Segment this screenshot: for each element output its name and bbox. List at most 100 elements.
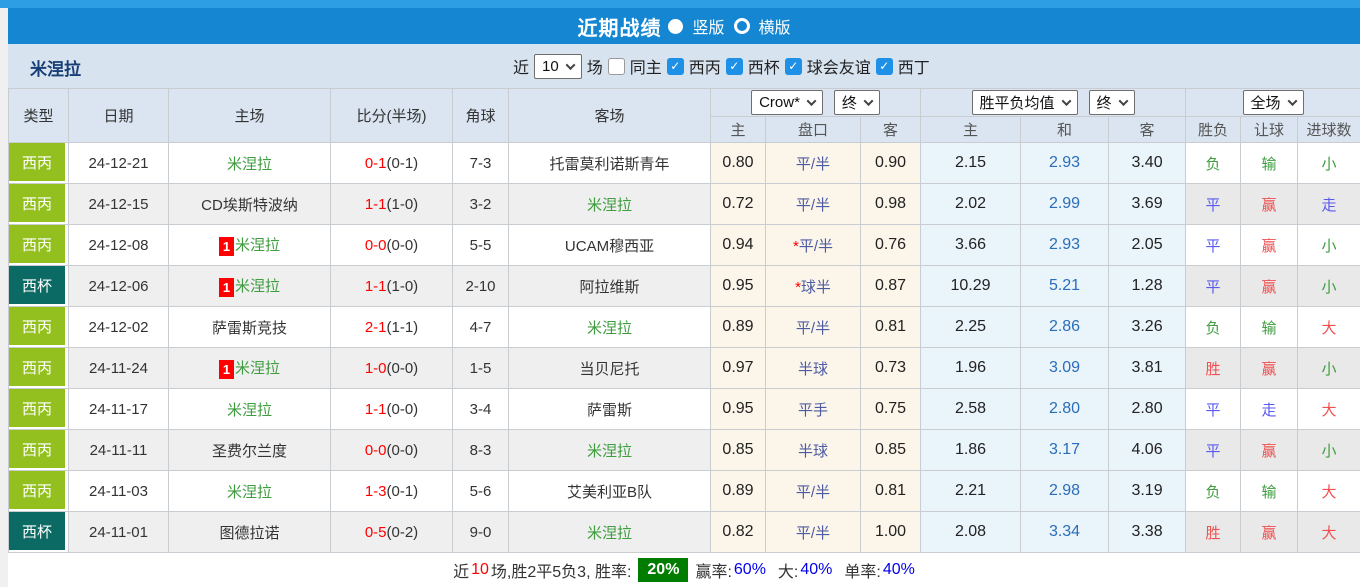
score-cell: 1-1(1-0) (331, 266, 453, 307)
summary-bar: 近10场,胜2平5负3, 胜率: 20% 赢率:60% 大:40% 单率:40% (8, 553, 1360, 587)
euro-away-odds: 3.81 (1109, 348, 1186, 389)
away-team-link[interactable]: 米涅拉 (587, 320, 632, 337)
asian-final-select[interactable]: 终 (834, 90, 880, 115)
handicap-cell: *球半 (766, 266, 861, 307)
euro-home-odds: 1.86 (921, 430, 1021, 471)
euro-away-odds: 2.05 (1109, 225, 1186, 266)
euro-draw-odds: 2.98 (1021, 471, 1109, 512)
away-team-link[interactable]: 阿拉维斯 (579, 279, 639, 296)
same-home-checkbox[interactable] (608, 58, 625, 75)
asian-away-odds: 0.76 (861, 225, 921, 266)
home-team-link[interactable]: 米涅拉 (227, 156, 272, 173)
handicap-result: 赢 (1241, 512, 1298, 553)
home-team-link[interactable]: 米涅拉 (235, 237, 280, 254)
handicap-result: 输 (1241, 471, 1298, 512)
same-home-label[interactable]: 同主 (630, 54, 662, 78)
euro-draw-odds: 3.34 (1021, 512, 1109, 553)
euro-draw-odds: 5.21 (1021, 266, 1109, 307)
handicap-value: 平手 (798, 402, 828, 419)
home-team-link[interactable]: 萨雷斯竞技 (212, 320, 287, 337)
away-team-link[interactable]: UCAM穆西亚 (565, 238, 654, 255)
results-table: 类型 日期 主场 比分(半场) 角球 客场 Crow* 终 胜平负均值 终 (8, 88, 1360, 553)
vertical-layout-label[interactable]: 竖版 (692, 14, 724, 38)
euro-home-odds: 2.08 (921, 512, 1021, 553)
league-type-cell: 西丙 (9, 143, 69, 184)
away-team-cell: UCAM穆西亚 (509, 225, 711, 266)
handicap-value: 平/半 (796, 484, 830, 501)
match-date: 24-11-01 (69, 512, 169, 553)
filter-controls: 近 10 场 同主 ✓ 西丙 ✓ 西杯 ✓ 球会友谊 ✓ 西丁 (513, 44, 930, 88)
euro-home-odds: 2.21 (921, 471, 1021, 512)
league-checkbox-3[interactable]: ✓ (876, 58, 893, 75)
league-label-3[interactable]: 西丁 (898, 54, 930, 78)
league-badge: 西丙 (9, 307, 65, 345)
handicap-value: 平/半 (796, 320, 830, 337)
euro-draw-odds: 2.93 (1021, 143, 1109, 184)
horizontal-layout-label[interactable]: 横版 (759, 14, 791, 38)
euro-final-select[interactable]: 终 (1089, 90, 1135, 115)
euro-away-odds: 3.38 (1109, 512, 1186, 553)
asian-away-odds: 0.81 (861, 307, 921, 348)
scope-select[interactable]: 全场 (1243, 90, 1304, 115)
home-team-cell: 1米涅拉 (169, 225, 331, 266)
table-row: 西丙24-12-02萨雷斯竞技2-1(1-1)4-7米涅拉0.89平/半0.81… (9, 307, 1360, 348)
halftime-score: (0-0) (387, 237, 419, 254)
league-label-2[interactable]: 球会友谊 (807, 54, 871, 78)
match-count-select[interactable]: 10 (534, 54, 582, 79)
league-checkbox-0[interactable]: ✓ (667, 58, 684, 75)
handicap-rate-value: 60% (734, 561, 766, 579)
away-team-link[interactable]: 米涅拉 (587, 443, 632, 460)
handicap-result: 输 (1241, 307, 1298, 348)
league-checkbox-2[interactable]: ✓ (785, 58, 802, 75)
league-badge: 西杯 (9, 512, 65, 550)
corner-cell: 3-4 (453, 389, 509, 430)
goals-result: 小 (1298, 266, 1360, 307)
euro-home-odds: 3.66 (921, 225, 1021, 266)
bookmaker-select[interactable]: Crow* (751, 90, 823, 115)
handicap-cell: 半球 (766, 430, 861, 471)
away-team-cell: 米涅拉 (509, 184, 711, 225)
away-team-link[interactable]: 当贝尼托 (579, 361, 639, 378)
home-team-link[interactable]: 米涅拉 (235, 360, 280, 377)
league-label-1[interactable]: 西杯 (748, 54, 780, 78)
handicap-cell: 半球 (766, 348, 861, 389)
vertical-layout-radio[interactable] (668, 19, 683, 34)
away-team-link[interactable]: 米涅拉 (587, 525, 632, 542)
euro-avg-select[interactable]: 胜平负均值 (972, 90, 1078, 115)
match-date: 24-11-24 (69, 348, 169, 389)
home-team-link[interactable]: 图德拉诺 (219, 525, 279, 542)
home-team-link[interactable]: 米涅拉 (227, 484, 272, 501)
match-date: 24-12-02 (69, 307, 169, 348)
table-row: 西丙24-12-081米涅拉0-0(0-0)5-5UCAM穆西亚0.94*平/半… (9, 225, 1360, 266)
home-team-link[interactable]: 米涅拉 (235, 278, 280, 295)
home-team-link[interactable]: 圣费尔兰度 (212, 443, 287, 460)
summary-near: 近 (453, 558, 469, 582)
single-rate-value: 40% (883, 561, 915, 579)
away-team-link[interactable]: 托雷莫利诺斯青年 (549, 156, 669, 173)
home-team-link[interactable]: 米涅拉 (227, 402, 272, 419)
horizontal-layout-radio[interactable] (734, 18, 750, 34)
euro-draw-odds: 3.09 (1021, 348, 1109, 389)
halftime-score: (0-0) (387, 360, 419, 377)
euro-draw-odds: 3.17 (1021, 430, 1109, 471)
euro-home-odds: 2.15 (921, 143, 1021, 184)
winloss-result: 平 (1186, 184, 1241, 225)
goals-result: 大 (1298, 307, 1360, 348)
handicap-value: 平/半 (796, 156, 830, 173)
league-label-0[interactable]: 西丙 (689, 54, 721, 78)
subheader-winloss: 胜负 (1186, 117, 1241, 143)
winloss-result: 胜 (1186, 348, 1241, 389)
subheader-euro-away: 客 (1109, 117, 1186, 143)
euro-draw-odds: 2.80 (1021, 389, 1109, 430)
away-team-link[interactable]: 米涅拉 (587, 197, 632, 214)
home-team-link[interactable]: CD埃斯特波纳 (201, 197, 298, 214)
page-top-strip (0, 0, 1360, 8)
away-team-link[interactable]: 萨雷斯 (587, 402, 632, 419)
away-team-cell: 当贝尼托 (509, 348, 711, 389)
handicap-value: 半球 (798, 361, 828, 378)
chevron-down-icon (1287, 96, 1297, 106)
home-team-cell: CD埃斯特波纳 (169, 184, 331, 225)
league-checkbox-1[interactable]: ✓ (726, 58, 743, 75)
away-team-link[interactable]: 艾美利亚B队 (567, 484, 652, 501)
col-header-away: 客场 (509, 89, 711, 143)
